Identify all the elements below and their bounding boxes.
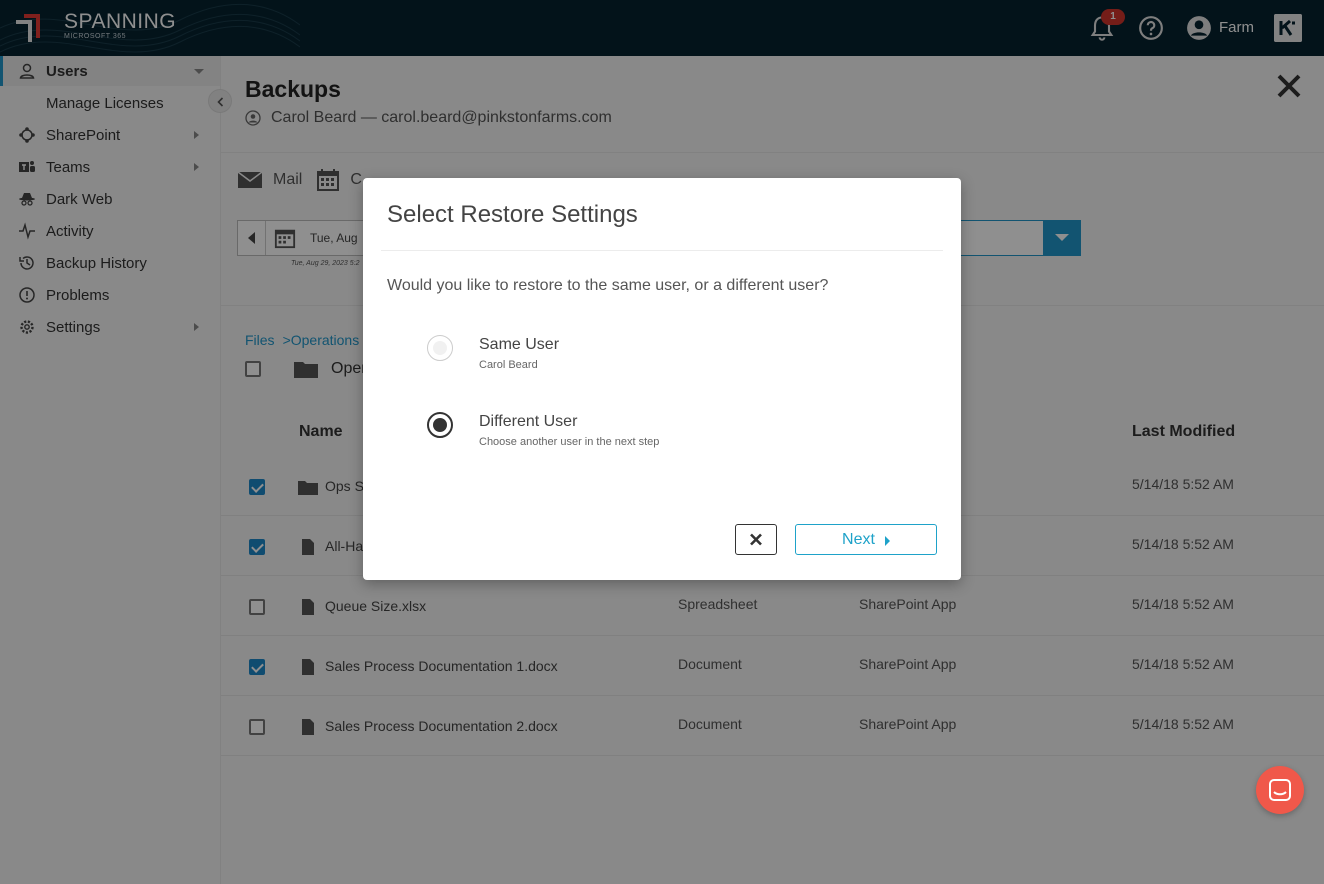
dialog-title: Select Restore Settings: [387, 201, 638, 228]
same-user-radio[interactable]: [427, 335, 453, 361]
different-user-radio[interactable]: [427, 412, 453, 438]
restore-settings-dialog: Select Restore Settings Would you like t…: [363, 178, 961, 580]
chat-launcher-button[interactable]: [1256, 766, 1304, 814]
chat-icon: [1269, 779, 1291, 801]
close-icon: [750, 533, 762, 546]
different-user-subtitle: Choose another user in the next step: [479, 436, 660, 448]
dialog-question: Would you like to restore to the same us…: [387, 277, 829, 294]
divider: [381, 250, 943, 251]
cancel-button[interactable]: [735, 524, 777, 555]
caret-right-icon: [884, 535, 890, 546]
different-user-label[interactable]: Different User: [479, 413, 577, 431]
next-button-label: Next: [842, 530, 875, 548]
same-user-label[interactable]: Same User: [479, 336, 559, 354]
same-user-subtitle: Carol Beard: [479, 359, 538, 371]
next-button[interactable]: Next: [795, 524, 937, 555]
